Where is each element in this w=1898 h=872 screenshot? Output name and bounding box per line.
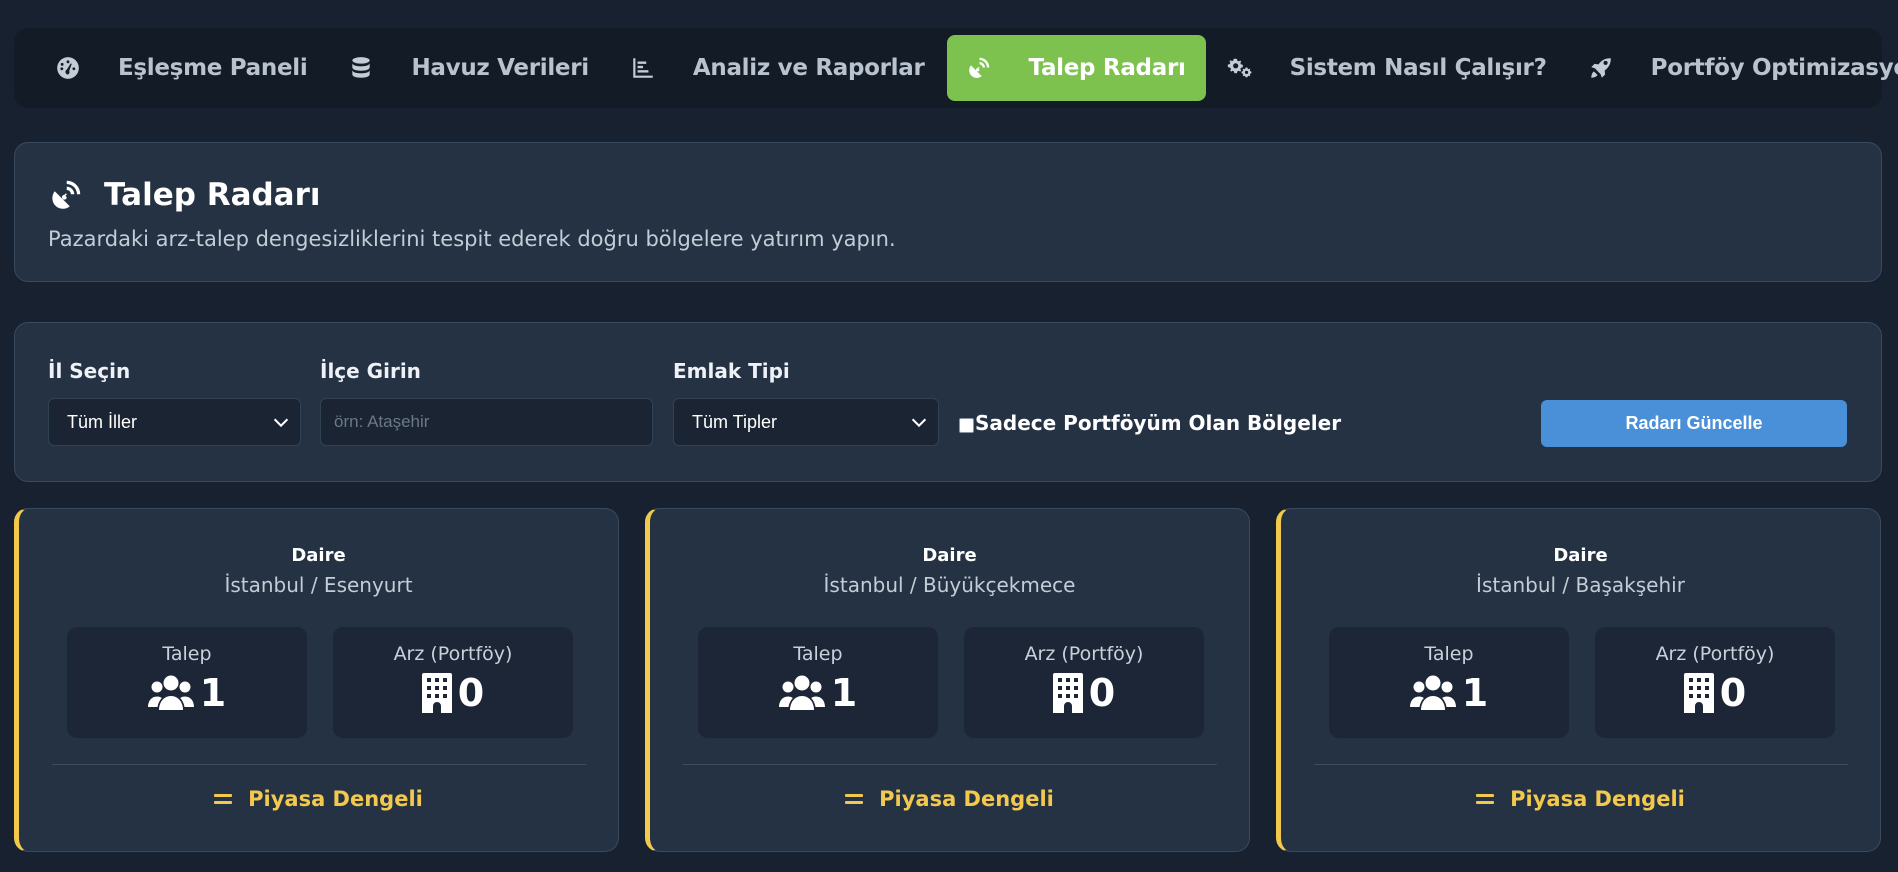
province-select[interactable]: Tüm İller: [48, 398, 301, 446]
tab-label: Portföy Optimizasyonu: [1650, 55, 1898, 81]
demand-stat: Talep 1: [698, 627, 938, 738]
tab-label: Havuz Verileri: [411, 55, 589, 81]
radar-card: Daire İstanbul / Büyükçekmece Talep 1 Ar…: [645, 508, 1250, 852]
users-icon: [147, 675, 194, 710]
market-status-label: Piyasa Dengeli: [879, 787, 1054, 811]
tab-label: Eşleşme Paneli: [118, 55, 308, 81]
rocket-icon: [1587, 54, 1615, 82]
main-nav: Eşleşme Paneli Havuz Verileri Analiz ve …: [14, 28, 1898, 108]
property-type-label: Emlak Tipi: [673, 359, 790, 383]
card-property-type: Daire: [922, 545, 977, 566]
market-status-label: Piyasa Dengeli: [248, 787, 423, 811]
demand-count: 1: [199, 671, 227, 715]
demand-stat: Talep 1: [1329, 627, 1569, 738]
equals-icon: [845, 793, 864, 805]
demand-label: Talep: [793, 643, 843, 665]
supply-label: Arz (Portföy): [393, 643, 513, 665]
tab-havuz-verileri[interactable]: Havuz Verileri: [329, 35, 608, 101]
equals-icon: [214, 793, 233, 805]
tab-eslesme-paneli[interactable]: Eşleşme Paneli: [36, 35, 327, 101]
supply-label: Arz (Portföy): [1655, 643, 1775, 665]
page-header: Talep Radarı Pazardaki arz-talep dengesi…: [14, 142, 1882, 282]
card-location: İstanbul / Büyükçekmece: [823, 573, 1076, 597]
demand-label: Talep: [1424, 643, 1474, 665]
property-type-select[interactable]: Tüm Tipler: [673, 398, 939, 446]
tab-label: Analiz ve Raporlar: [692, 55, 925, 81]
only-portfolio-label[interactable]: Sadece Portföyüm Olan Bölgeler: [975, 411, 1341, 435]
supply-count: 0: [1719, 671, 1747, 715]
demand-label: Talep: [162, 643, 212, 665]
chevron-down-icon: [270, 411, 292, 433]
card-property-type: Daire: [1553, 545, 1608, 566]
property-type-select-value: Tüm Tipler: [692, 411, 778, 432]
market-status: Piyasa Dengeli: [650, 787, 1249, 811]
tab-analiz-ve-raporlar[interactable]: Analiz ve Raporlar: [611, 35, 945, 101]
gauge-icon: [54, 54, 82, 82]
chevron-down-icon: [908, 411, 930, 433]
district-input[interactable]: örn: Ataşehir: [320, 398, 653, 446]
bar-chart-icon: [629, 54, 657, 82]
users-icon: [1409, 675, 1456, 710]
supply-stat: Arz (Portföy) 0: [1595, 627, 1835, 738]
supply-stat: Arz (Portföy) 0: [333, 627, 573, 738]
page-title-row: Talep Radarı: [48, 177, 1847, 213]
tab-label: Talep Radarı: [1028, 55, 1186, 81]
tab-sistem-nasil-calisir[interactable]: Sistem Nasıl Çalışır?: [1208, 35, 1567, 101]
supply-count: 0: [1088, 671, 1116, 715]
card-divider: [1314, 764, 1848, 765]
users-icon: [778, 675, 825, 710]
province-label: İl Seçin: [48, 359, 131, 383]
page-description: Pazardaki arz-talep dengesizliklerini te…: [48, 227, 896, 251]
card-location: İstanbul / Başakşehir: [1476, 573, 1685, 597]
only-portfolio-checkbox[interactable]: [959, 418, 974, 433]
building-icon: [421, 673, 452, 713]
database-icon: [347, 54, 375, 82]
card-divider: [683, 764, 1217, 765]
card-property-type: Daire: [291, 545, 346, 566]
tab-portfoy-optimizasyonu[interactable]: Portföy Optimizasyonu: [1569, 35, 1898, 101]
market-status: Piyasa Dengeli: [19, 787, 618, 811]
gears-icon: [1226, 54, 1254, 82]
satellite-dish-icon: [52, 180, 81, 209]
demand-count: 1: [1461, 671, 1489, 715]
building-icon: [1052, 673, 1083, 713]
demand-stat: Talep 1: [67, 627, 307, 738]
district-label: İlçe Girin: [320, 359, 421, 383]
equals-icon: [1476, 793, 1495, 805]
district-input-placeholder: örn: Ataşehir: [334, 412, 430, 431]
building-icon: [1683, 673, 1714, 713]
satellite-dish-icon: [965, 54, 993, 82]
province-select-value: Tüm İller: [67, 411, 138, 432]
supply-label: Arz (Portföy): [1024, 643, 1144, 665]
market-status: Piyasa Dengeli: [1281, 787, 1880, 811]
update-radar-button[interactable]: Radarı Güncelle: [1541, 400, 1847, 447]
radar-card: Daire İstanbul / Başakşehir Talep 1 Arz …: [1276, 508, 1881, 852]
card-location: İstanbul / Esenyurt: [224, 573, 413, 597]
radar-card: Daire İstanbul / Esenyurt Talep 1 Arz (P…: [14, 508, 619, 852]
supply-count: 0: [457, 671, 485, 715]
tab-talep-radari[interactable]: Talep Radarı: [946, 35, 1206, 101]
market-status-label: Piyasa Dengeli: [1510, 787, 1685, 811]
tab-label: Sistem Nasıl Çalışır?: [1289, 55, 1547, 81]
supply-stat: Arz (Portföy) 0: [964, 627, 1204, 738]
demand-count: 1: [830, 671, 858, 715]
page-title: Talep Radarı: [104, 177, 321, 213]
only-portfolio-filter: Sadece Portföyüm Olan Bölgeler: [959, 411, 1341, 435]
filter-panel: İl Seçin Tüm İller İlçe Girin örn: Ataşe…: [14, 322, 1882, 482]
card-divider: [52, 764, 586, 765]
